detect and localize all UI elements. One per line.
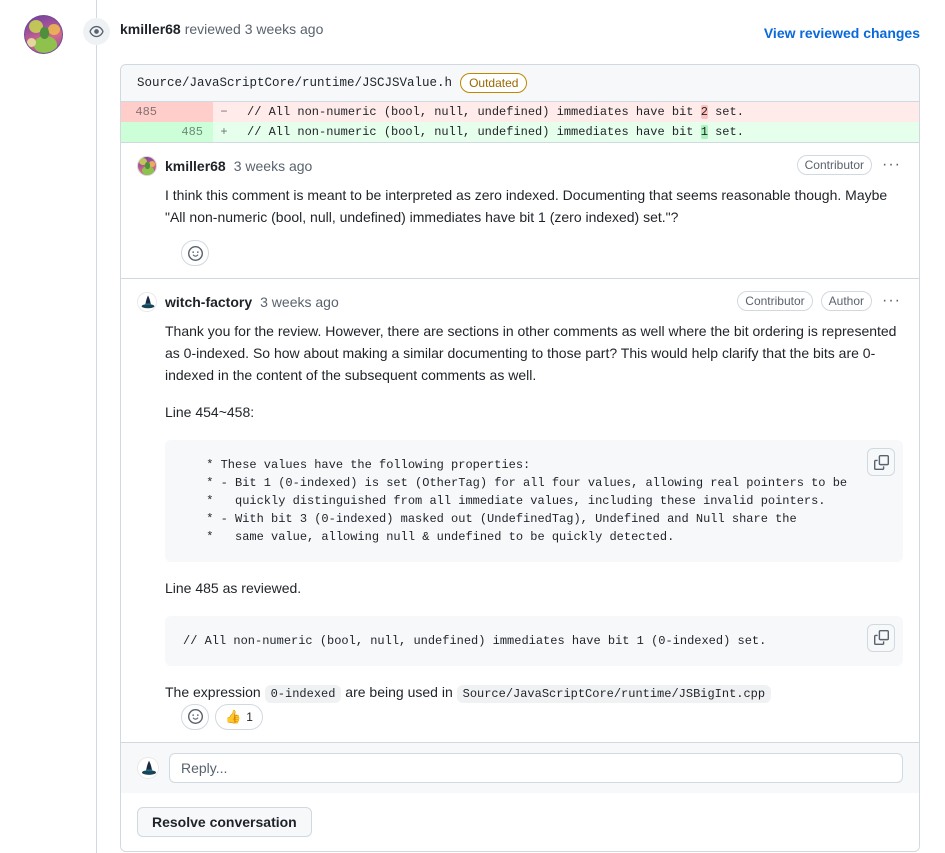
review-thread-card: Source/JavaScriptCore/runtime/JSCJSValue…	[120, 64, 920, 852]
copy-icon[interactable]	[867, 624, 895, 652]
commenter-name[interactable]: kmiller68	[165, 158, 226, 174]
code-block-content: * These values have the following proper…	[181, 456, 887, 546]
comment-timestamp: 3 weeks ago	[234, 158, 313, 174]
tail-lead: The expression	[165, 684, 265, 700]
diff-marker-addition: +	[213, 122, 235, 142]
reaction-bar: 👍 1	[137, 704, 903, 742]
diff-row-addition[interactable]: 485 + // All non-numeric (bool, null, un…	[121, 122, 919, 142]
review-action: reviewed	[185, 21, 241, 37]
diff-code-suffix: set.	[708, 105, 744, 119]
comment-menu-icon[interactable]: ···	[880, 158, 903, 172]
reaction-thumbsup[interactable]: 👍 1	[215, 704, 263, 730]
comment-witch-factory: witch-factory 3 weeks ago Contributor Au…	[121, 278, 919, 741]
diff-table: 485 − // All non-numeric (bool, null, un…	[121, 102, 919, 142]
comment-kmiller68: kmiller68 3 weeks ago Contributor ··· I …	[121, 142, 919, 278]
tail-middle: are being used in	[341, 684, 456, 700]
add-reaction-smiley-icon[interactable]	[181, 704, 209, 730]
add-reaction-smiley-icon[interactable]	[181, 240, 209, 266]
reviewer-avatar[interactable]	[24, 15, 63, 54]
comment-header-actions: Contributor ···	[797, 155, 903, 175]
commenter-avatar[interactable]	[137, 156, 157, 176]
diff-old-line-number	[121, 122, 167, 142]
comment-body: I think this comment is meant to be inte…	[137, 185, 903, 228]
diff-old-line-number: 485	[121, 102, 167, 122]
role-badge-author: Author	[821, 291, 872, 311]
review-timestamp: 3 weeks ago	[245, 21, 324, 37]
reply-row	[121, 742, 919, 793]
code-block-line485: // All non-numeric (bool, null, undefine…	[165, 616, 903, 666]
diff-code-addition: // All non-numeric (bool, null, undefine…	[235, 122, 919, 142]
reviewer-name[interactable]: kmiller68	[120, 21, 181, 37]
timeline-rail	[96, 0, 97, 853]
comment-paragraph: Thank you for the review. However, there…	[165, 321, 903, 386]
commenter-name[interactable]: witch-factory	[165, 294, 252, 310]
outdated-badge: Outdated	[460, 73, 527, 93]
current-user-avatar[interactable]	[137, 757, 159, 779]
commenter-avatar[interactable]	[137, 292, 157, 312]
reply-input[interactable]	[169, 753, 903, 783]
comment-paragraph: I think this comment is meant to be inte…	[165, 185, 903, 228]
comment-mid-paragraph: Line 485 as reviewed.	[165, 578, 903, 600]
comment-header: kmiller68 3 weeks ago Contributor ···	[137, 155, 903, 177]
resolve-conversation-button[interactable]: Resolve conversation	[137, 807, 312, 837]
comment-tail-paragraph: The expression 0-indexed are being used …	[165, 682, 903, 704]
diff-code-prefix: // All non-numeric (bool, null, undefine…	[247, 125, 701, 139]
comment-header: witch-factory 3 weeks ago Contributor Au…	[137, 291, 903, 313]
diff-code-suffix: set.	[708, 125, 744, 139]
reaction-count: 1	[246, 710, 253, 724]
role-badge-contributor: Contributor	[797, 155, 872, 175]
eye-icon	[83, 18, 110, 45]
diff-new-line-number: 485	[167, 122, 213, 142]
comment-body: Thank you for the review. However, there…	[137, 321, 903, 703]
copy-icon[interactable]	[867, 448, 895, 476]
reaction-bar	[137, 228, 903, 278]
comment-menu-icon[interactable]: ···	[880, 294, 903, 308]
inline-code-0-indexed: 0-indexed	[265, 685, 342, 703]
inline-code-file-path: Source/JavaScriptCore/runtime/JSBigInt.c…	[457, 685, 771, 703]
comment-header-actions: Contributor Author ···	[737, 291, 903, 311]
diff-code-prefix: // All non-numeric (bool, null, undefine…	[247, 105, 701, 119]
diff-file-header: Source/JavaScriptCore/runtime/JSCJSValue…	[121, 65, 919, 102]
code-block-content: // All non-numeric (bool, null, undefine…	[181, 632, 887, 650]
code-block-properties: * These values have the following proper…	[165, 440, 903, 562]
thumbsup-icon: 👍	[225, 710, 241, 723]
diff-new-line-number	[167, 102, 213, 122]
diff-code-highlight: 2	[701, 105, 708, 119]
view-reviewed-changes-link[interactable]: View reviewed changes	[764, 25, 920, 41]
diff-marker-deletion: −	[213, 102, 235, 122]
diff-code-highlight: 1	[701, 125, 708, 139]
diff-row-deletion[interactable]: 485 − // All non-numeric (bool, null, un…	[121, 102, 919, 122]
pull-request-review-thread: kmiller68 reviewed 3 weeks ago View revi…	[0, 0, 945, 853]
comment-timestamp: 3 weeks ago	[260, 294, 339, 310]
diff-file-path[interactable]: Source/JavaScriptCore/runtime/JSCJSValue…	[137, 76, 452, 90]
role-badge-contributor: Contributor	[737, 291, 812, 311]
diff-code-deletion: // All non-numeric (bool, null, undefine…	[235, 102, 919, 122]
resolve-row: Resolve conversation	[121, 793, 919, 851]
comment-line-reference: Line 454~458:	[165, 402, 903, 424]
